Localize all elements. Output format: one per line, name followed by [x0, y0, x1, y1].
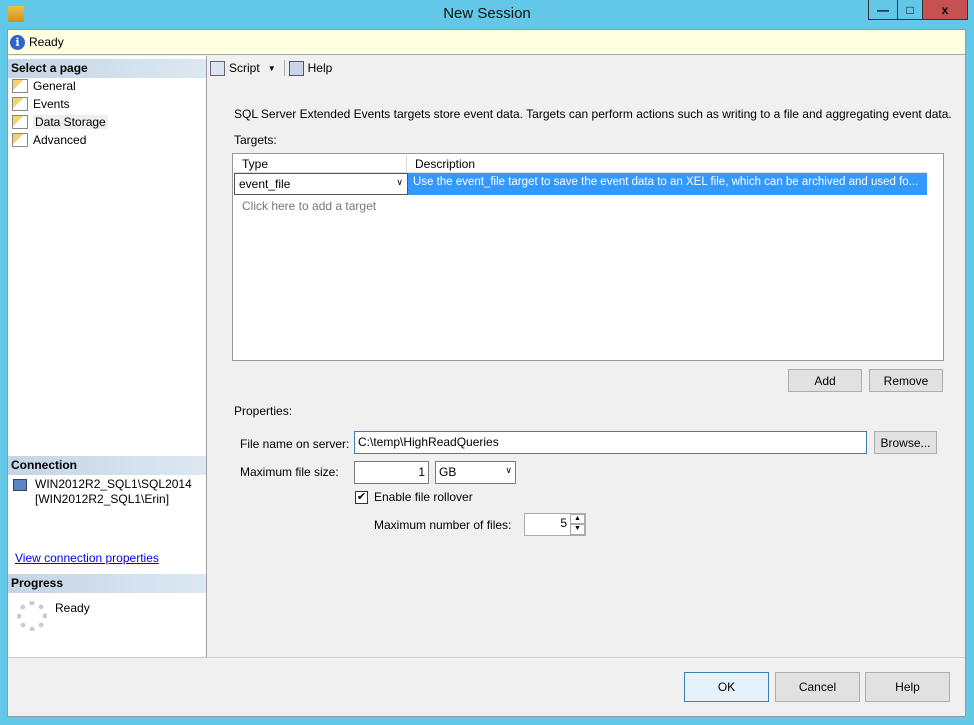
targets-grid: Type Description event_file ∨ Use the eve… — [232, 153, 944, 361]
sidebar: Select a page General Events Data Storag… — [8, 56, 207, 658]
column-type[interactable]: Type — [234, 155, 407, 172]
view-connection-properties-link[interactable]: View connection properties — [15, 551, 159, 565]
sidebar-item-advanced[interactable]: Advanced — [12, 131, 86, 149]
max-file-size-input[interactable]: 1 — [354, 461, 429, 484]
help-icon — [288, 60, 304, 76]
status-bar: i Ready — [8, 30, 965, 55]
ok-button[interactable]: OK — [684, 672, 769, 702]
table-row[interactable]: event_file ∨ Use the event_file target to… — [234, 173, 927, 195]
max-file-size-label: Maximum file size: — [240, 465, 339, 479]
script-icon — [210, 60, 225, 76]
add-button[interactable]: Add — [788, 369, 862, 392]
progress-status: Ready — [55, 601, 90, 615]
column-description[interactable]: Description — [407, 155, 483, 172]
sidebar-item-data-storage[interactable]: Data Storage — [12, 113, 108, 131]
connection-server: WIN2012R2_SQL1\SQL2014 — [35, 477, 192, 491]
max-files-label: Maximum number of files: — [374, 518, 512, 532]
page-icon — [12, 115, 28, 129]
max-files-stepper[interactable]: 5 ▲ ▼ — [524, 513, 586, 536]
properties-label: Properties: — [234, 404, 293, 418]
page-icon — [12, 79, 28, 93]
connection-user: [WIN2012R2_SQL1\Erin] — [35, 492, 170, 506]
intro-text: SQL Server Extended Events targets store… — [234, 107, 952, 121]
connection-header: Connection — [8, 456, 206, 475]
select-page-header: Select a page — [8, 59, 206, 78]
status-text: Ready — [29, 35, 64, 49]
cancel-button[interactable]: Cancel — [775, 672, 860, 702]
browse-button[interactable]: Browse... — [874, 431, 937, 454]
window-title: New Session — [443, 5, 531, 22]
dialog-client: i Ready Select a page General Events Dat… — [7, 29, 966, 717]
target-type-select[interactable]: event_file ∨ — [234, 173, 408, 195]
add-target-row[interactable]: Click here to add a target — [242, 199, 376, 213]
close-button[interactable]: x — [922, 0, 968, 20]
help-button[interactable]: Help — [865, 672, 950, 702]
page-icon — [12, 133, 28, 147]
file-name-label: File name on server: — [240, 437, 350, 451]
script-button[interactable]: Script — [229, 61, 260, 75]
server-icon — [13, 479, 27, 491]
stepper-up-icon[interactable]: ▲ — [570, 514, 585, 524]
targets-label: Targets: — [234, 133, 277, 147]
sidebar-item-general[interactable]: General — [12, 77, 76, 95]
file-name-input[interactable]: C:\temp\HighReadQueries — [354, 431, 867, 454]
footer-divider — [8, 657, 965, 658]
info-icon: i — [10, 34, 25, 50]
progress-header: Progress — [8, 574, 206, 593]
help-toolbar-button[interactable]: Help — [308, 61, 333, 75]
minimize-button[interactable]: — — [868, 0, 898, 20]
remove-button[interactable]: Remove — [869, 369, 943, 392]
target-description: Use the event_file target to save the ev… — [408, 173, 927, 195]
size-unit-select[interactable]: GB ∨ — [435, 461, 516, 484]
sidebar-item-events[interactable]: Events — [12, 95, 70, 113]
rollover-label: Enable file rollover — [374, 490, 473, 504]
page-icon — [12, 97, 28, 111]
chevron-down-icon: ∨ — [505, 465, 512, 475]
rollover-checkbox[interactable]: ✔ — [355, 490, 368, 504]
maximize-button[interactable]: □ — [897, 0, 923, 20]
script-dropdown-icon[interactable]: ▼ — [268, 64, 276, 73]
stepper-down-icon[interactable]: ▼ — [570, 524, 585, 535]
progress-spinner-icon — [17, 601, 47, 631]
chevron-down-icon: ∨ — [396, 177, 403, 187]
